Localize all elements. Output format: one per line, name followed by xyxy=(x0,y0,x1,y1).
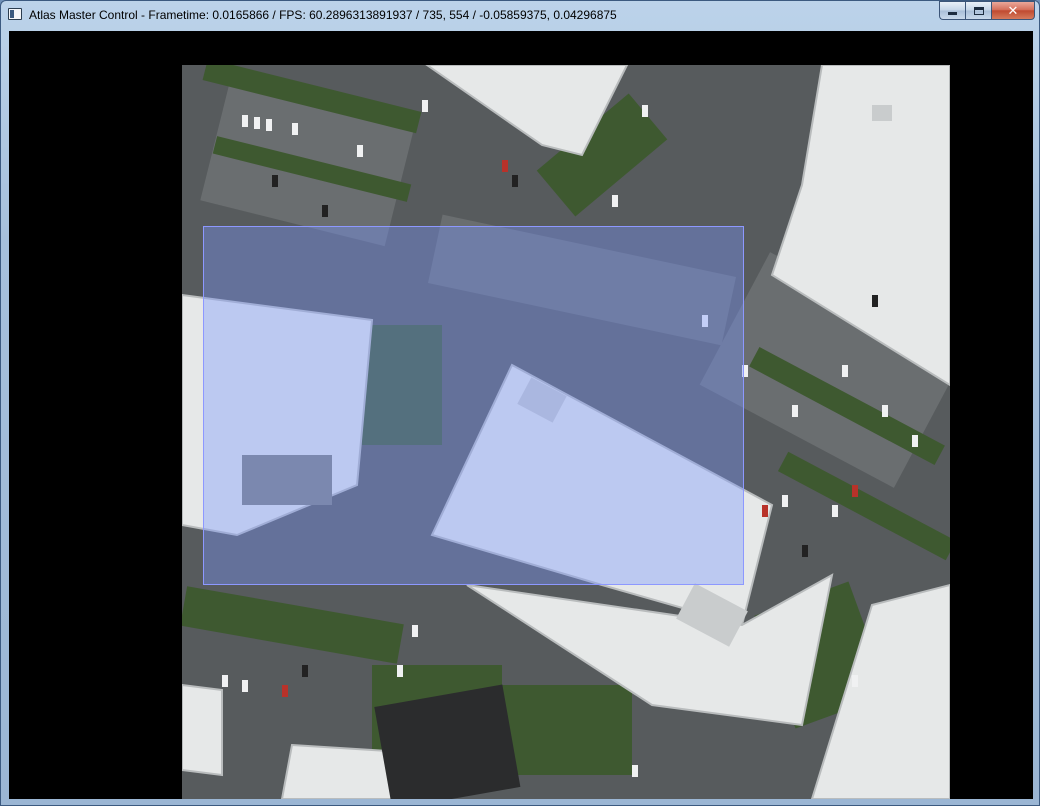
aerial-map[interactable] xyxy=(182,65,950,799)
close-icon: ✕ xyxy=(1007,2,1019,18)
maximize-icon xyxy=(973,6,984,15)
render-viewport[interactable] xyxy=(9,31,1033,799)
app-window: Atlas Master Control - Frametime: 0.0165… xyxy=(0,0,1040,806)
minimize-icon xyxy=(948,12,957,15)
minimize-button[interactable] xyxy=(939,1,965,20)
selection-rectangle[interactable] xyxy=(203,226,744,585)
title-bar[interactable]: Atlas Master Control - Frametime: 0.0165… xyxy=(1,1,1039,29)
window-title: Atlas Master Control - Frametime: 0.0165… xyxy=(29,8,617,22)
close-button[interactable]: ✕ xyxy=(991,1,1035,20)
caption-buttons: ✕ xyxy=(939,1,1035,21)
app-icon[interactable] xyxy=(8,8,22,20)
maximize-button[interactable] xyxy=(965,1,991,20)
